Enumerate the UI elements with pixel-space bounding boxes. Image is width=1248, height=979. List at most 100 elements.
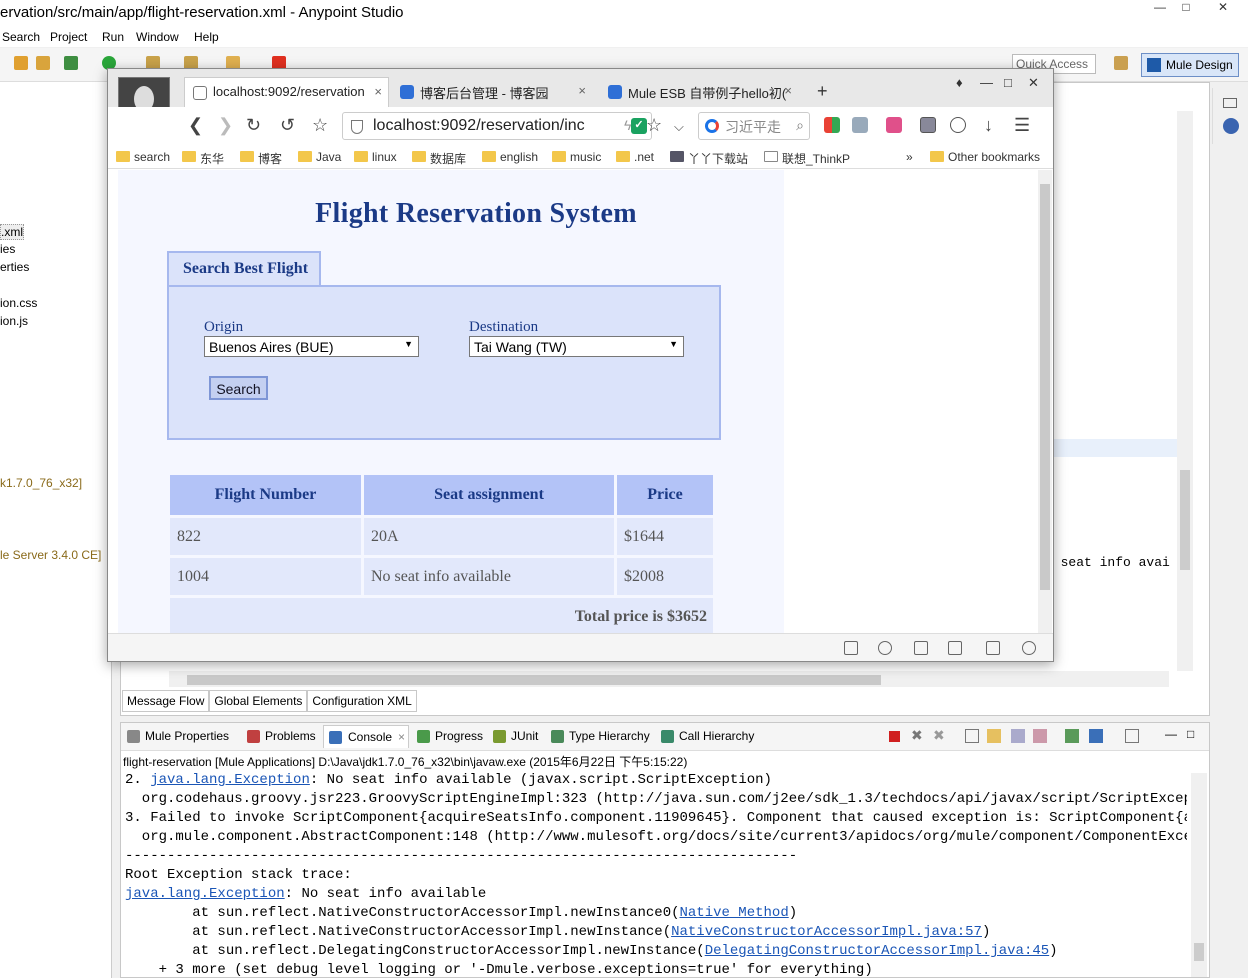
tab-problems[interactable]: Problems [247, 729, 316, 743]
tab-configuration-xml[interactable]: Configuration XML [307, 690, 417, 712]
browser-minimize-icon[interactable]: — [980, 75, 993, 90]
open-console-icon[interactable] [1125, 729, 1139, 743]
menu-help[interactable]: Help [194, 30, 219, 44]
search-button[interactable]: Search [209, 376, 268, 400]
forward-icon[interactable]: ❯ [218, 115, 233, 136]
other-bookmarks[interactable]: Other bookmarks [930, 150, 1040, 164]
console-scrollbar[interactable] [1191, 773, 1207, 977]
tree-item-js[interactable]: ion.js [0, 314, 28, 328]
word-wrap-icon[interactable] [1011, 729, 1025, 743]
remove-all-icon[interactable]: ✖ [933, 727, 945, 744]
editor-horizontal-thumb[interactable] [187, 675, 881, 685]
display-console-icon[interactable] [1089, 729, 1103, 743]
tab-mule-properties[interactable]: Mule Properties [127, 729, 229, 743]
save-all-icon[interactable] [36, 56, 50, 70]
tree-item-jdk[interactable]: k1.7.0_76_x32] [0, 476, 82, 490]
speed-icon[interactable] [878, 641, 892, 655]
menu-icon[interactable]: ☰ [1014, 115, 1030, 136]
minimize-icon[interactable]: — [1150, 0, 1170, 20]
apps-icon[interactable] [824, 117, 840, 133]
menu-search[interactable]: Search [2, 30, 40, 44]
volume-icon[interactable] [948, 641, 962, 655]
bookmark-dotnet[interactable]: .net [616, 150, 654, 164]
tree-item-mule-server[interactable]: le Server 3.4.0 CE] [0, 548, 101, 562]
browser-tab-cnblogs-admin[interactable]: 博客后台管理 - 博客园 × [392, 77, 592, 107]
cloud-icon[interactable] [950, 117, 966, 133]
bookmark-lenovo[interactable]: 联想_ThinkP [764, 150, 850, 167]
console-link[interactable]: Native Method [680, 905, 789, 921]
editor-vertical-thumb[interactable] [1180, 470, 1190, 570]
restore-icon[interactable] [1223, 98, 1237, 108]
remove-launch-icon[interactable]: ✖ [911, 727, 923, 744]
undo-close-icon[interactable]: ↺ [280, 115, 295, 136]
debug-icon[interactable] [64, 56, 78, 70]
tab-type-hierarchy[interactable]: Type Hierarchy [551, 729, 650, 743]
save-icon[interactable] [14, 56, 28, 70]
bookmark-star-icon[interactable]: ☆ [646, 115, 662, 136]
bookmark-linux[interactable]: linux [354, 150, 397, 164]
pin-console-icon[interactable] [1065, 729, 1079, 743]
browser-scrollbar[interactable] [1038, 170, 1052, 633]
new-tab-icon[interactable]: + [817, 81, 828, 102]
open-perspective-icon[interactable] [1114, 56, 1128, 70]
tab-call-hierarchy[interactable]: Call Hierarchy [661, 729, 754, 743]
mule-design-perspective-button[interactable]: Mule Design [1141, 53, 1239, 77]
more-bookmarks-chevron[interactable]: » [906, 150, 913, 164]
close-icon[interactable]: ✕ [1200, 0, 1246, 20]
reload-icon[interactable]: ↻ [246, 115, 261, 136]
bookmark-english[interactable]: english [482, 150, 538, 164]
mail-icon[interactable] [920, 117, 936, 133]
bookmark-java[interactable]: Java [298, 150, 341, 164]
editor-vertical-scrollbar[interactable] [1177, 111, 1193, 671]
bookmark-donghua[interactable]: 东华 [182, 150, 224, 167]
trash-icon[interactable] [914, 641, 928, 655]
palette-icon[interactable] [1223, 118, 1239, 134]
terminate-console-icon[interactable] [889, 731, 900, 742]
download-icon[interactable]: ↓ [984, 115, 993, 136]
tree-item-ies[interactable]: ies [0, 242, 15, 256]
zoom-icon[interactable] [1022, 641, 1036, 655]
favorite-star-icon[interactable]: ☆ [312, 115, 328, 136]
tree-item-css[interactable]: ion.css [0, 296, 37, 310]
destination-select[interactable]: Tai Wang (TW) ▼ [469, 336, 684, 357]
close-tab-icon[interactable]: × [578, 83, 586, 98]
bookmark-blog[interactable]: 博客 [240, 150, 282, 167]
close-tab-icon[interactable]: × [398, 730, 405, 744]
screenshot-icon[interactable] [852, 117, 868, 133]
maximize-icon[interactable]: □ [1176, 0, 1196, 20]
menu-run[interactable]: Run [102, 30, 124, 44]
scroll-lock-icon[interactable] [987, 729, 1001, 743]
search-box[interactable]: 习近平走 ⌕ [698, 112, 810, 140]
maximize-view-icon[interactable]: □ [1187, 727, 1194, 741]
console-link[interactable]: DelegatingConstructorAccessorImpl.java:4… [705, 943, 1049, 959]
bookmark-database[interactable]: 数据库 [412, 150, 466, 167]
tab-junit[interactable]: JUnit [493, 729, 538, 743]
menu-project[interactable]: Project [50, 30, 87, 44]
pin-icon[interactable] [844, 641, 858, 655]
tab-message-flow[interactable]: Message Flow [122, 690, 210, 712]
back-icon[interactable]: ❮ [188, 115, 203, 136]
bookmark-yaya[interactable]: 丫丫下载站 [670, 150, 748, 167]
tab-progress[interactable]: Progress [417, 729, 483, 743]
address-bar[interactable]: localhost:9092/reservation/inc ✓ [342, 112, 652, 140]
tree-item-xml[interactable]: .xml [0, 224, 24, 240]
console-scroll-thumb[interactable] [1194, 943, 1204, 961]
extension-icon[interactable] [886, 117, 902, 133]
browser-scroll-thumb[interactable] [1040, 184, 1050, 590]
show-console-icon[interactable] [1033, 729, 1047, 743]
dropdown-icon[interactable]: ⌵ [674, 119, 684, 135]
bookmark-music[interactable]: music [552, 150, 601, 164]
browser-tab-reservation[interactable]: localhost:9092/reservation × [184, 77, 389, 107]
close-tab-icon[interactable]: × [374, 84, 382, 99]
search-icon[interactable]: ⌕ [796, 117, 804, 134]
browser-close-icon[interactable]: ✕ [1028, 75, 1039, 91]
bookmark-search[interactable]: search [116, 150, 170, 164]
origin-select[interactable]: Buenos Aires (BUE) ▼ [204, 336, 419, 357]
tab-search-best-flight[interactable]: Search Best Flight [167, 251, 321, 285]
console-link[interactable]: java.lang.Exception [125, 886, 285, 902]
window-icon[interactable] [986, 641, 1000, 655]
tab-global-elements[interactable]: Global Elements [209, 690, 308, 712]
browser-tab-mule-esb[interactable]: Mule ESB 自带例子hello初(× [600, 77, 798, 107]
clear-console-icon[interactable] [965, 729, 979, 743]
console-link[interactable]: NativeConstructorAccessorImpl.java:57 [671, 924, 982, 940]
